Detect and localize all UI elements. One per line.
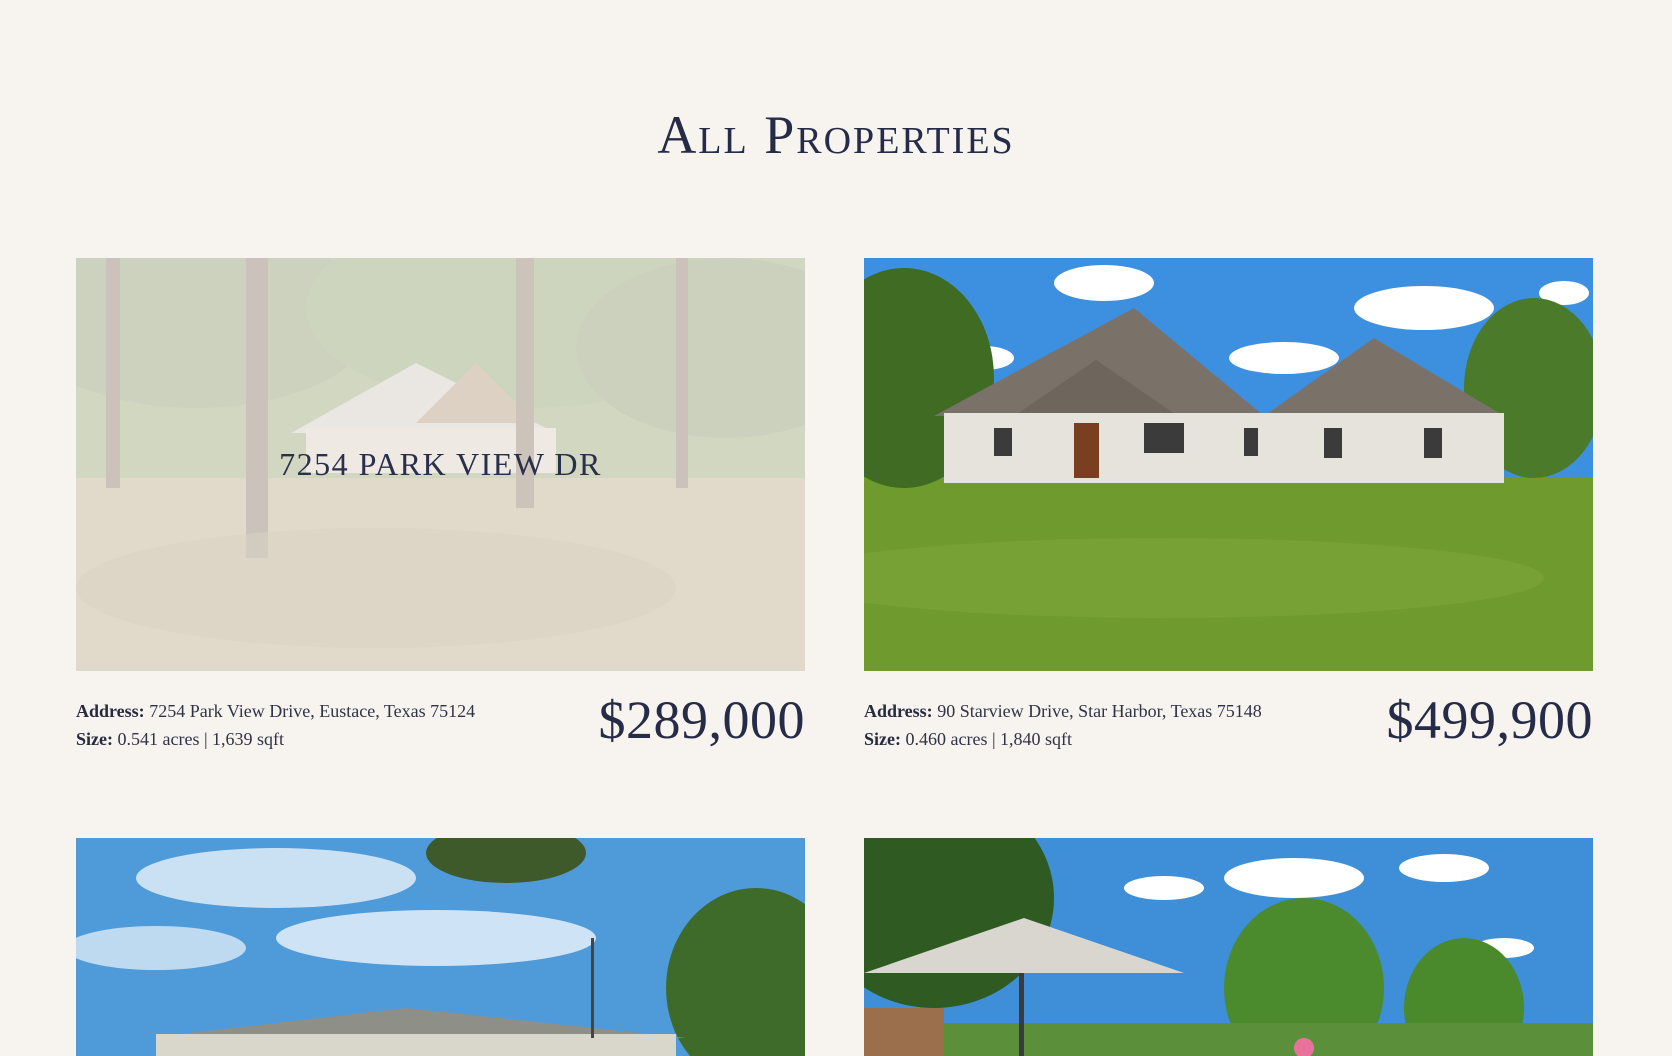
property-image-white-brick-house[interactable] (864, 258, 1593, 671)
property-image-wooded-lot[interactable]: 7254 PARK VIEW DR (76, 258, 805, 671)
property-price: $499,900 (1386, 690, 1593, 750)
white-brick-house-photo (864, 258, 1593, 671)
lake-patio-umbrella-photo (864, 838, 1593, 1056)
property-details: Address: 7254 Park View Drive, Eustace, … (76, 697, 475, 753)
address-label: Address: (76, 701, 145, 721)
property-info: Address: 90 Starview Drive, Star Harbor,… (864, 690, 1593, 763)
address-label: Address: (864, 701, 933, 721)
property-details: Address: 90 Starview Drive, Star Harbor,… (864, 697, 1262, 753)
property-card[interactable]: 7254 PARK VIEW DR Address: 7254 Park Vie… (76, 258, 805, 763)
overlay-address-label: 7254 PARK VIEW DR (279, 446, 602, 482)
size-label: Size: (864, 729, 901, 749)
size-line: Size: 0.541 acres | 1,639 sqft (76, 725, 475, 753)
property-card[interactable] (76, 838, 805, 1056)
property-card[interactable] (864, 838, 1593, 1056)
property-card[interactable]: Address: 90 Starview Drive, Star Harbor,… (864, 258, 1593, 763)
ranch-house-sky-photo (76, 838, 805, 1056)
property-image-ranch-house[interactable] (76, 838, 805, 1056)
address-line: Address: 7254 Park View Drive, Eustace, … (76, 697, 475, 725)
size-value: 0.460 acres | 1,840 sqft (905, 729, 1073, 749)
size-value: 0.541 acres | 1,639 sqft (117, 729, 285, 749)
address-value: 7254 Park View Drive, Eustace, Texas 751… (149, 701, 476, 721)
property-info: Address: 7254 Park View Drive, Eustace, … (76, 690, 805, 763)
address-line: Address: 90 Starview Drive, Star Harbor,… (864, 697, 1262, 725)
page-title: All Properties (657, 105, 1015, 165)
address-value: 90 Starview Drive, Star Harbor, Texas 75… (937, 701, 1262, 721)
size-line: Size: 0.460 acres | 1,840 sqft (864, 725, 1262, 753)
size-label: Size: (76, 729, 113, 749)
image-hover-overlay[interactable]: 7254 PARK VIEW DR (76, 258, 805, 671)
property-image-lake-patio[interactable] (864, 838, 1593, 1056)
property-price: $289,000 (598, 690, 805, 750)
